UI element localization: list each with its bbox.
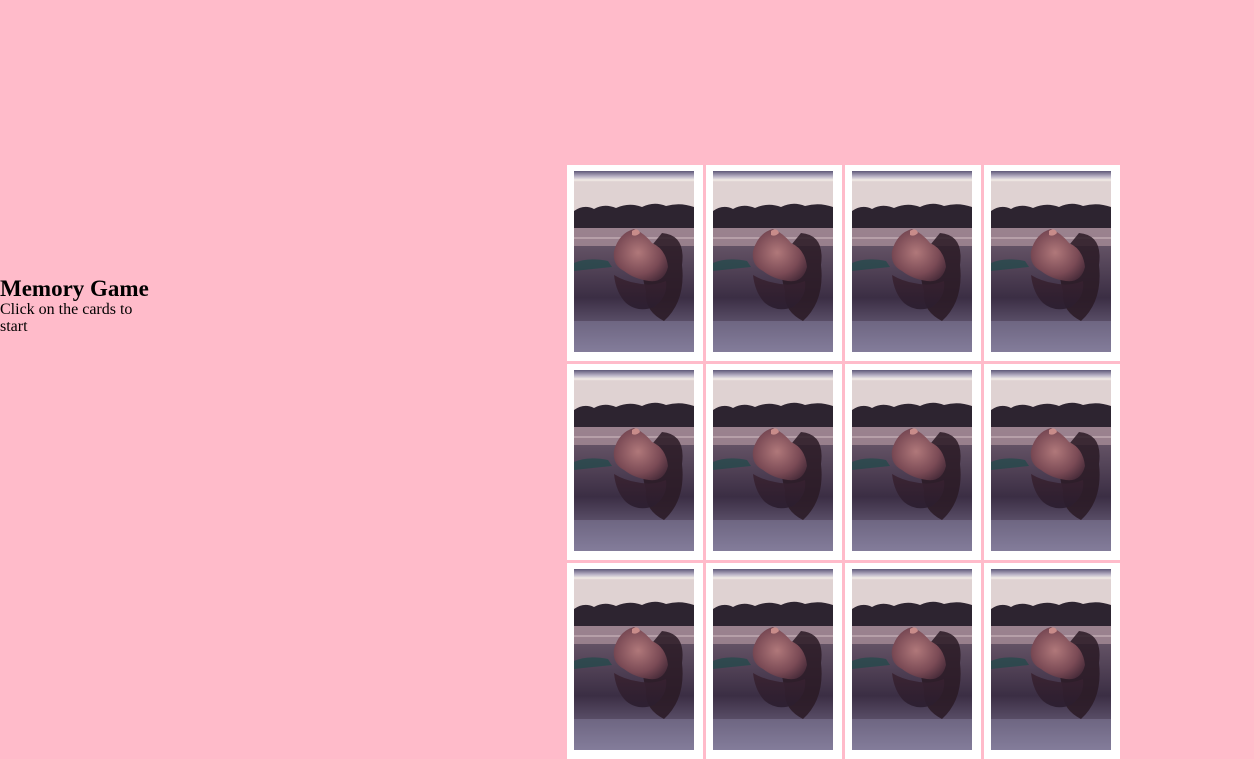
memory-card[interactable]: [845, 165, 981, 361]
card-back-photo-icon: [713, 569, 833, 750]
memory-card[interactable]: [567, 563, 703, 759]
memory-card[interactable]: [567, 165, 703, 361]
memory-card[interactable]: [706, 165, 842, 361]
card-back-photo-icon: [991, 370, 1111, 551]
game-title: Memory Game: [0, 276, 149, 301]
memory-card[interactable]: [706, 364, 842, 560]
game-instructions: Click on the cards to start: [0, 301, 133, 335]
card-back-photo-icon: [574, 569, 694, 750]
memory-card[interactable]: [567, 364, 703, 560]
card-back-photo-icon: [991, 569, 1111, 750]
card-back-photo-icon: [852, 370, 972, 551]
card-grid: [567, 165, 1120, 759]
memory-card[interactable]: [984, 364, 1120, 560]
card-back-photo-icon: [852, 569, 972, 750]
card-back-photo-icon: [713, 370, 833, 551]
game-info: Memory Game Click on the cards to start: [0, 276, 150, 335]
card-back-photo-icon: [852, 171, 972, 352]
card-back-photo-icon: [991, 171, 1111, 352]
memory-card[interactable]: [845, 563, 981, 759]
memory-card[interactable]: [984, 563, 1120, 759]
memory-card[interactable]: [845, 364, 981, 560]
card-back-photo-icon: [574, 171, 694, 352]
memory-card[interactable]: [984, 165, 1120, 361]
card-back-photo-icon: [574, 370, 694, 551]
memory-card[interactable]: [706, 563, 842, 759]
card-back-photo-icon: [713, 171, 833, 352]
